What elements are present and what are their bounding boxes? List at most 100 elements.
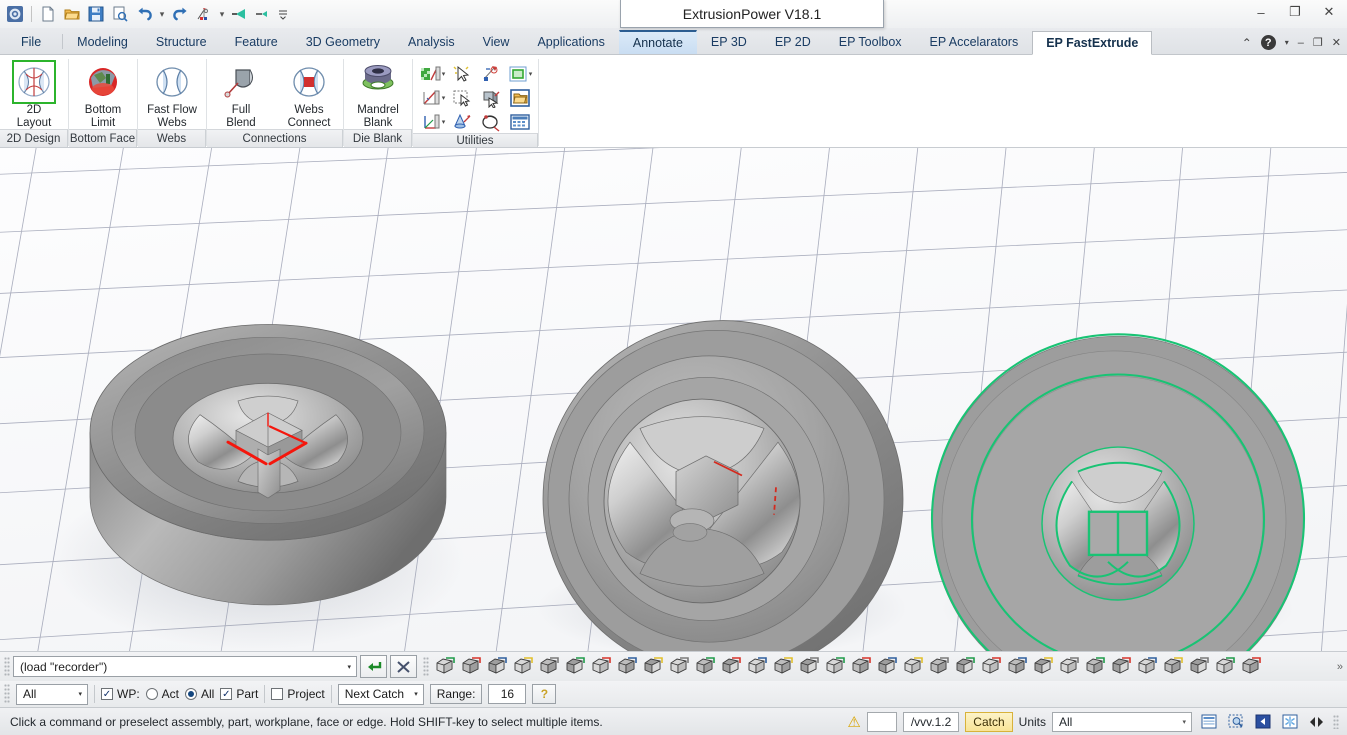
arc-sweep-icon[interactable] (692, 655, 718, 679)
cone-tool-icon[interactable] (448, 110, 476, 133)
ribbon-tab-feature[interactable]: Feature (221, 30, 292, 54)
ribbon-restore-icon[interactable]: ❐ (1313, 36, 1323, 49)
new-document-icon[interactable] (37, 3, 59, 25)
project-checkbox[interactable]: Project (271, 687, 325, 701)
green-box-icon[interactable] (926, 655, 952, 679)
undo-dropdown-icon[interactable]: ▾ (157, 3, 167, 25)
redo-icon[interactable] (169, 3, 191, 25)
zoom-region-icon[interactable] (1225, 712, 1246, 732)
section-arrow-icon[interactable] (1212, 655, 1238, 679)
part-checkbox[interactable]: ✓ Part (220, 687, 258, 701)
stack-red-icon[interactable] (744, 655, 770, 679)
check-geometry-icon[interactable]: ▾ (419, 62, 447, 85)
clip-icon[interactable] (253, 3, 275, 25)
table-grid-icon[interactable] (506, 110, 534, 133)
project-checkbox-box[interactable] (271, 688, 284, 700)
cylinder-band-icon[interactable] (1056, 655, 1082, 679)
command-cancel-button[interactable] (390, 655, 417, 678)
section-icon[interactable] (229, 3, 251, 25)
sweep-arc-icon[interactable] (874, 655, 900, 679)
radio-act-box[interactable] (145, 688, 158, 700)
status-empty-field[interactable] (866, 711, 897, 732)
command-history-dropdown-icon[interactable]: ▾ (347, 663, 351, 671)
command-bar-gripper[interactable] (4, 656, 10, 677)
ribbon-tab-view[interactable]: View (469, 30, 524, 54)
ribbon-tab-ep-accelarators[interactable]: EP Accelarators (916, 30, 1033, 54)
status-bar-gripper[interactable] (1333, 714, 1339, 729)
help-dropdown-icon[interactable]: ▾ (1285, 38, 1289, 47)
split-blocks-icon[interactable] (562, 655, 588, 679)
extrude-profile-icon[interactable] (432, 655, 458, 679)
app-menu-icon[interactable] (4, 3, 26, 25)
ribbon-tab-analysis[interactable]: Analysis (394, 30, 469, 54)
selection-scope-select[interactable]: All ▾ (16, 683, 88, 705)
range-button[interactable]: Range: (429, 684, 483, 704)
stack-blocks-yellow-icon[interactable] (536, 655, 562, 679)
catch-mode-chevron-down-icon[interactable]: ▾ (414, 690, 418, 698)
selection-scope-chevron-down-icon[interactable]: ▾ (78, 690, 82, 698)
status-path-field[interactable]: /vvv.1.2 (902, 711, 960, 732)
revolve-icon[interactable] (640, 655, 666, 679)
workplane-checkbox[interactable]: ✓ WP: (101, 687, 140, 701)
ribbon-tab-file[interactable]: File (0, 30, 62, 54)
print-preview-icon[interactable] (109, 3, 131, 25)
rotate-copy-icon[interactable] (1134, 655, 1160, 679)
green-frame-solid-icon[interactable] (1186, 655, 1212, 679)
measure-icon[interactable] (193, 3, 215, 25)
measure-dropdown-icon[interactable]: ▾ (217, 3, 227, 25)
boxed-face-icon[interactable] (770, 655, 796, 679)
filter-help-button[interactable]: ? (532, 684, 557, 704)
units-chevron-down-icon[interactable]: ▾ (1182, 718, 1186, 726)
ribbon-tab-3d-geometry[interactable]: 3D Geometry (292, 30, 394, 54)
ribbon-tab-ep-fastextrude[interactable]: EP FastExtrude (1032, 31, 1153, 55)
filter-bar-gripper[interactable] (4, 684, 10, 704)
press-solid-icon[interactable] (978, 655, 1004, 679)
undo-icon[interactable] (133, 3, 155, 25)
select-arrow-icon[interactable] (448, 62, 476, 85)
previous-view-icon[interactable] (1252, 712, 1273, 732)
solid-box-icon[interactable] (458, 655, 484, 679)
modeling-toolbar-gripper[interactable] (423, 656, 429, 677)
ribbon-tab-ep-toolbox[interactable]: EP Toolbox (825, 30, 916, 54)
2d-layout-button[interactable]: 2D Layout (0, 59, 68, 129)
ribbon-tab-ep-2d[interactable]: EP 2D (761, 30, 825, 54)
angle-measure-icon[interactable]: ▾ (419, 86, 447, 109)
cone-shade-icon[interactable] (1082, 655, 1108, 679)
red-box-icon[interactable] (952, 655, 978, 679)
range-input[interactable]: 16 (488, 684, 527, 704)
rotate-view-icon[interactable] (477, 110, 505, 133)
3d-model-viewport[interactable] (0, 148, 1347, 652)
dimension-tool-icon[interactable] (477, 62, 505, 85)
wrap-solid-icon[interactable] (796, 655, 822, 679)
axis-tool-icon[interactable]: ▾ (419, 110, 447, 133)
ribbon-tab-ep-3d[interactable]: EP 3D (697, 30, 761, 54)
radio-all[interactable]: All (185, 687, 214, 701)
sphere-cut-icon[interactable] (900, 655, 926, 679)
subtract-solid-icon[interactable] (666, 655, 692, 679)
collapse-ribbon-icon[interactable]: ⌃ (1242, 36, 1252, 50)
part-checkbox-box[interactable]: ✓ (220, 688, 233, 700)
ribbon-tab-structure[interactable]: Structure (142, 30, 221, 54)
ribbon-close-icon[interactable]: ✕ (1332, 36, 1341, 49)
command-accept-button[interactable] (360, 655, 387, 678)
ribbon-tab-applications[interactable]: Applications (523, 30, 618, 54)
render-mode-icon[interactable] (1279, 712, 1300, 732)
pick-face-icon[interactable] (477, 86, 505, 109)
offset-corner-icon[interactable] (1108, 655, 1134, 679)
toolbar-overflow-icon[interactable]: » (1337, 661, 1347, 673)
scissors-trim-icon[interactable] (484, 655, 510, 679)
zoom-magnifier-icon[interactable] (1238, 655, 1264, 679)
step-solid-icon[interactable] (718, 655, 744, 679)
radio-all-box[interactable] (185, 688, 198, 700)
shell-solid-icon[interactable] (614, 655, 640, 679)
catch-toggle-button[interactable]: Catch (965, 711, 1013, 732)
help-icon[interactable]: ? (1260, 35, 1276, 50)
warning-icon[interactable]: ⚠ (847, 713, 860, 731)
ribbon-tab-modeling[interactable]: Modeling (63, 30, 142, 54)
customize-qat-icon[interactable] (277, 3, 289, 25)
green-frame-icon[interactable]: ▾ (506, 62, 534, 85)
titlebar-close-icon[interactable]: ✕ (1319, 4, 1339, 20)
bottom-limit-button[interactable]: Bottom Limit (69, 59, 137, 129)
fast-flow-webs-button[interactable]: Fast Flow Webs (138, 59, 206, 129)
units-select[interactable]: All ▾ (1052, 711, 1192, 732)
